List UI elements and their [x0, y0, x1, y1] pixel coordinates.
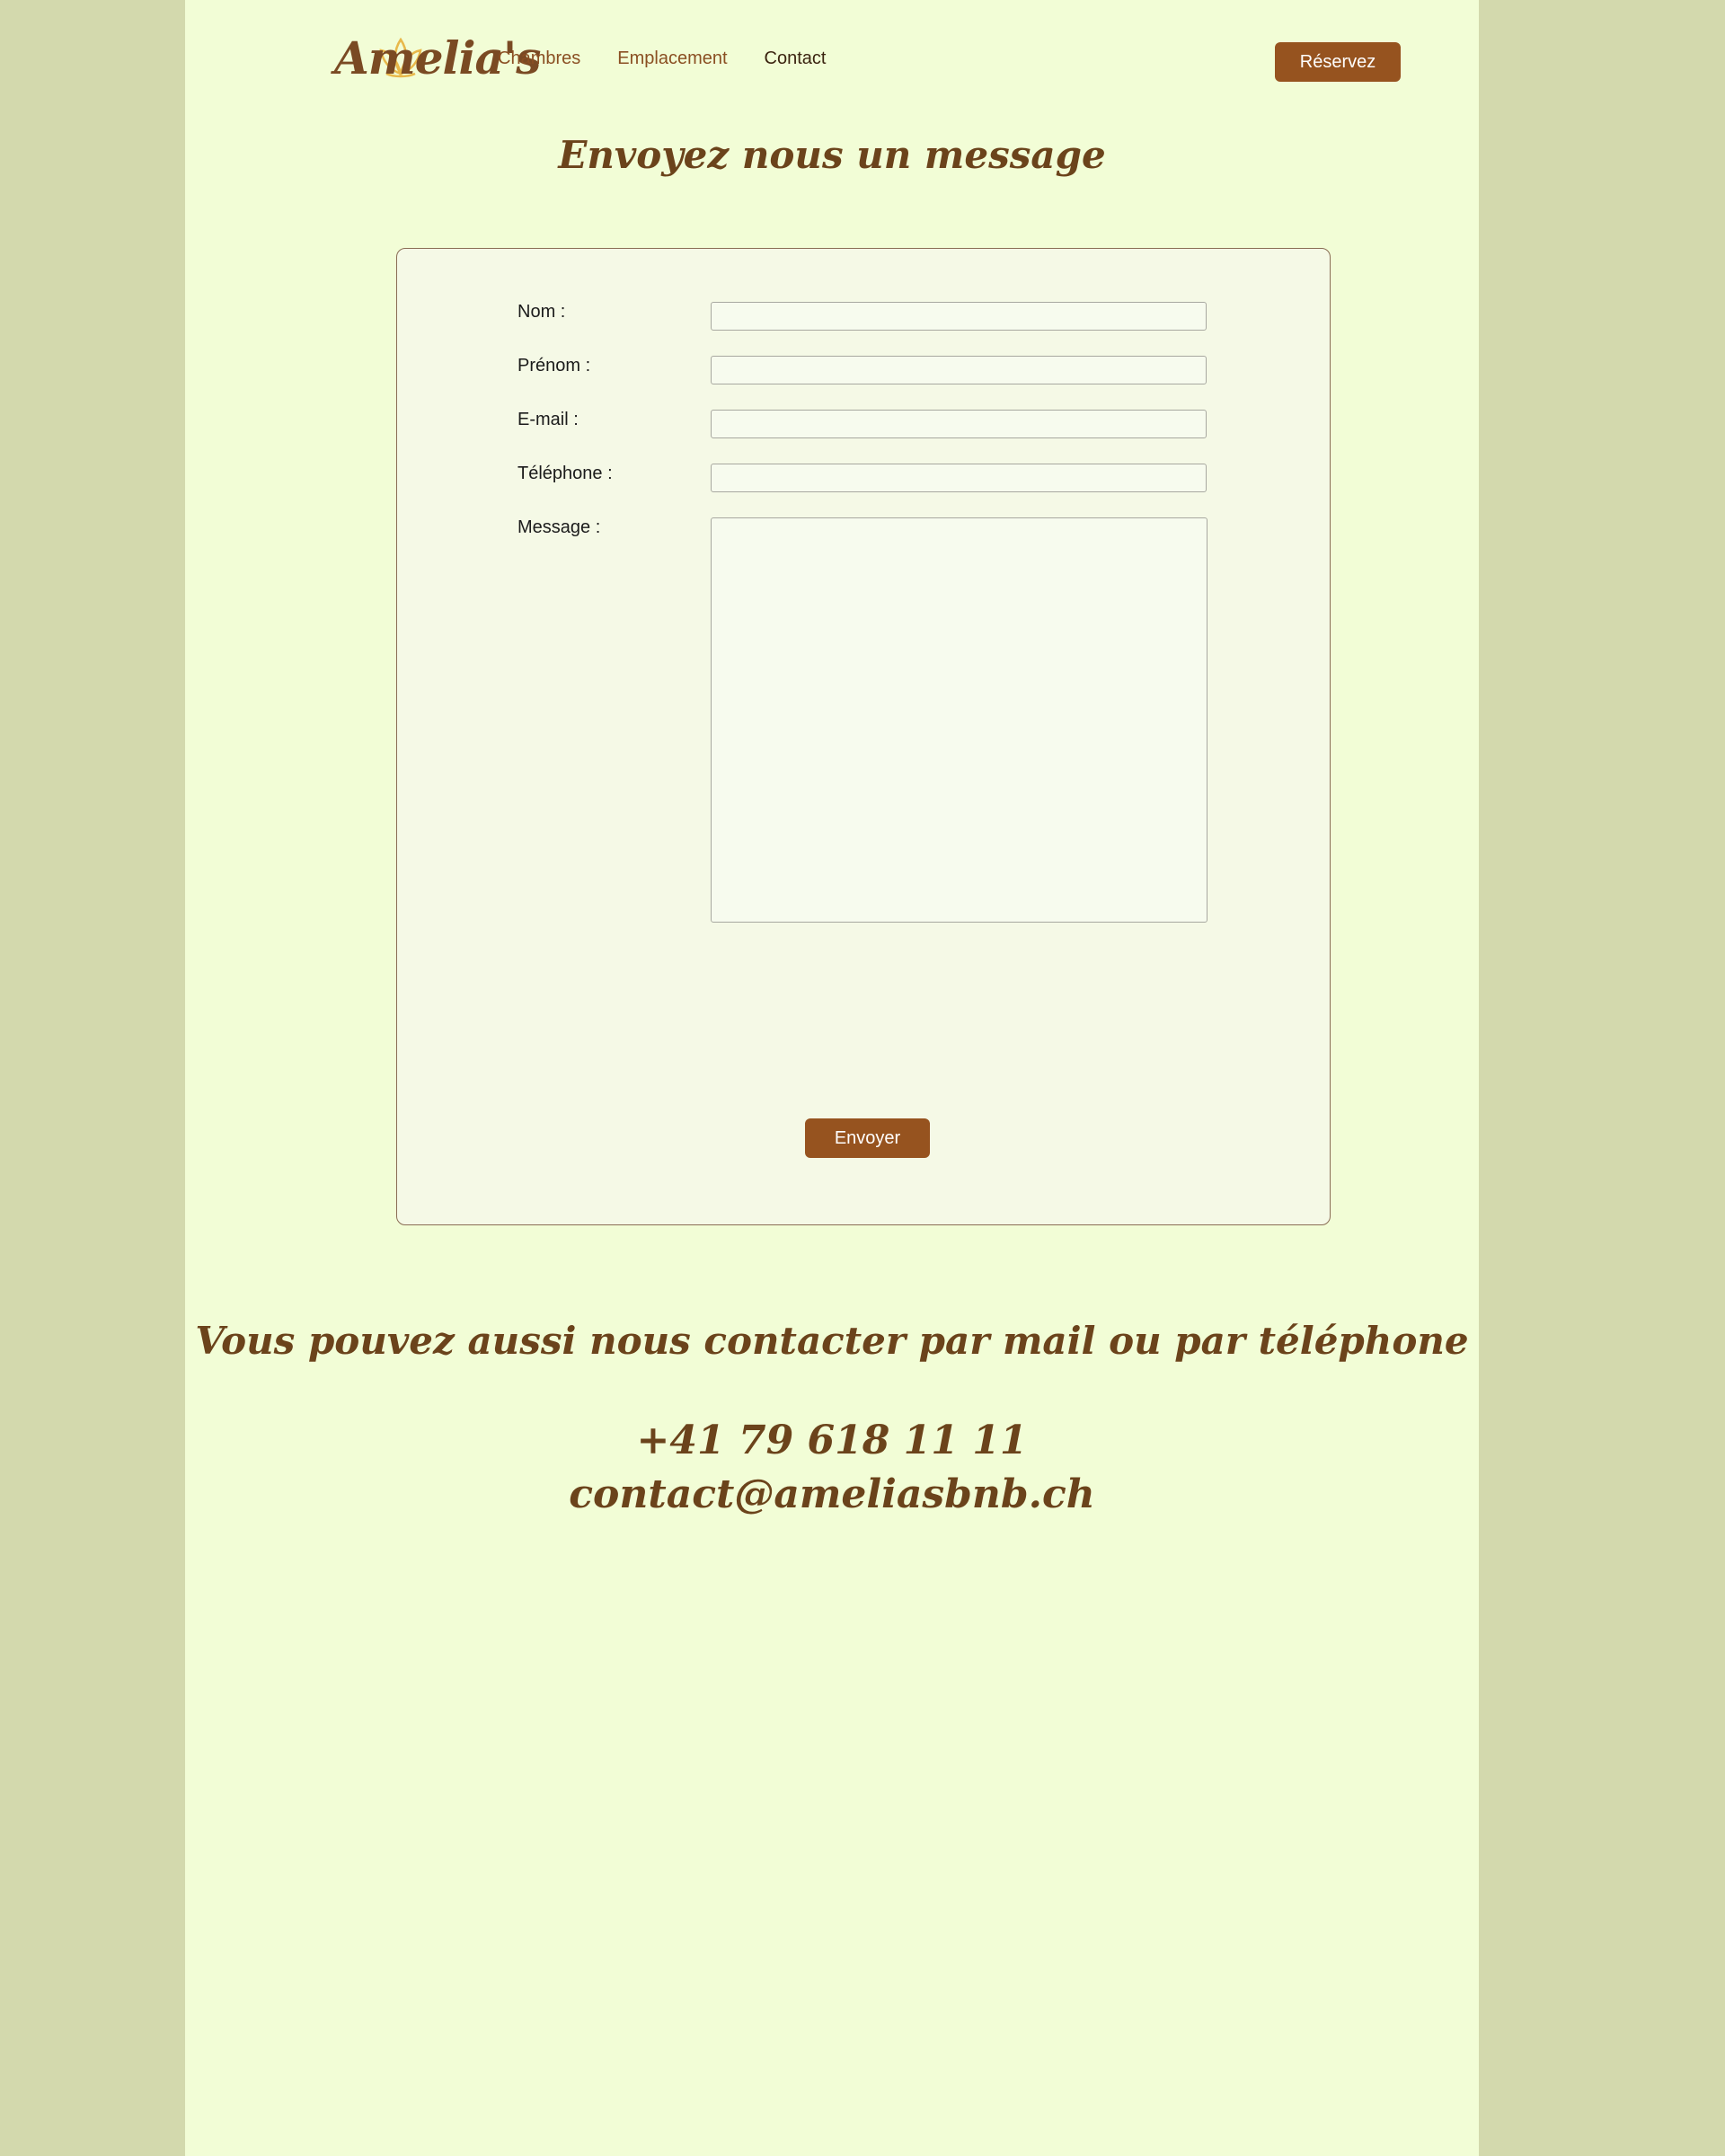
telephone-label: Téléphone : — [518, 464, 613, 483]
email-input[interactable] — [711, 410, 1207, 438]
page-container: Amelia's Chambres Emplacement Contact Ré… — [185, 0, 1479, 2156]
send-button[interactable]: Envoyer — [805, 1118, 930, 1158]
nom-input[interactable] — [711, 302, 1207, 331]
form-title: Envoyez nous un message — [558, 133, 1106, 177]
nom-label: Nom : — [518, 302, 566, 322]
prenom-label: Prénom : — [518, 356, 591, 376]
email-label: E-mail : — [518, 410, 579, 429]
nav-link-emplacement[interactable]: Emplacement — [617, 49, 727, 69]
nav-link-chambres[interactable]: Chambres — [498, 49, 580, 69]
nav-link-contact[interactable]: Contact — [765, 49, 827, 69]
contact-form-card: Nom : Prénom : E-mail : Téléphone : Mess… — [396, 248, 1331, 1225]
reserve-button[interactable]: Réservez — [1275, 42, 1401, 82]
logo[interactable]: Amelia's — [334, 27, 541, 90]
message-textarea[interactable] — [711, 517, 1208, 923]
message-label: Message : — [518, 517, 601, 537]
contact-phone[interactable]: +41 79 618 11 11 — [185, 1418, 1479, 1463]
telephone-input[interactable] — [711, 464, 1207, 492]
main-nav: Chambres Emplacement Contact — [498, 49, 826, 69]
alternative-contact-title: Vous pouvez aussi nous contacter par mai… — [195, 1319, 1469, 1363]
prenom-input[interactable] — [711, 356, 1207, 384]
contact-email[interactable]: contact@ameliasbnb.ch — [185, 1471, 1479, 1517]
